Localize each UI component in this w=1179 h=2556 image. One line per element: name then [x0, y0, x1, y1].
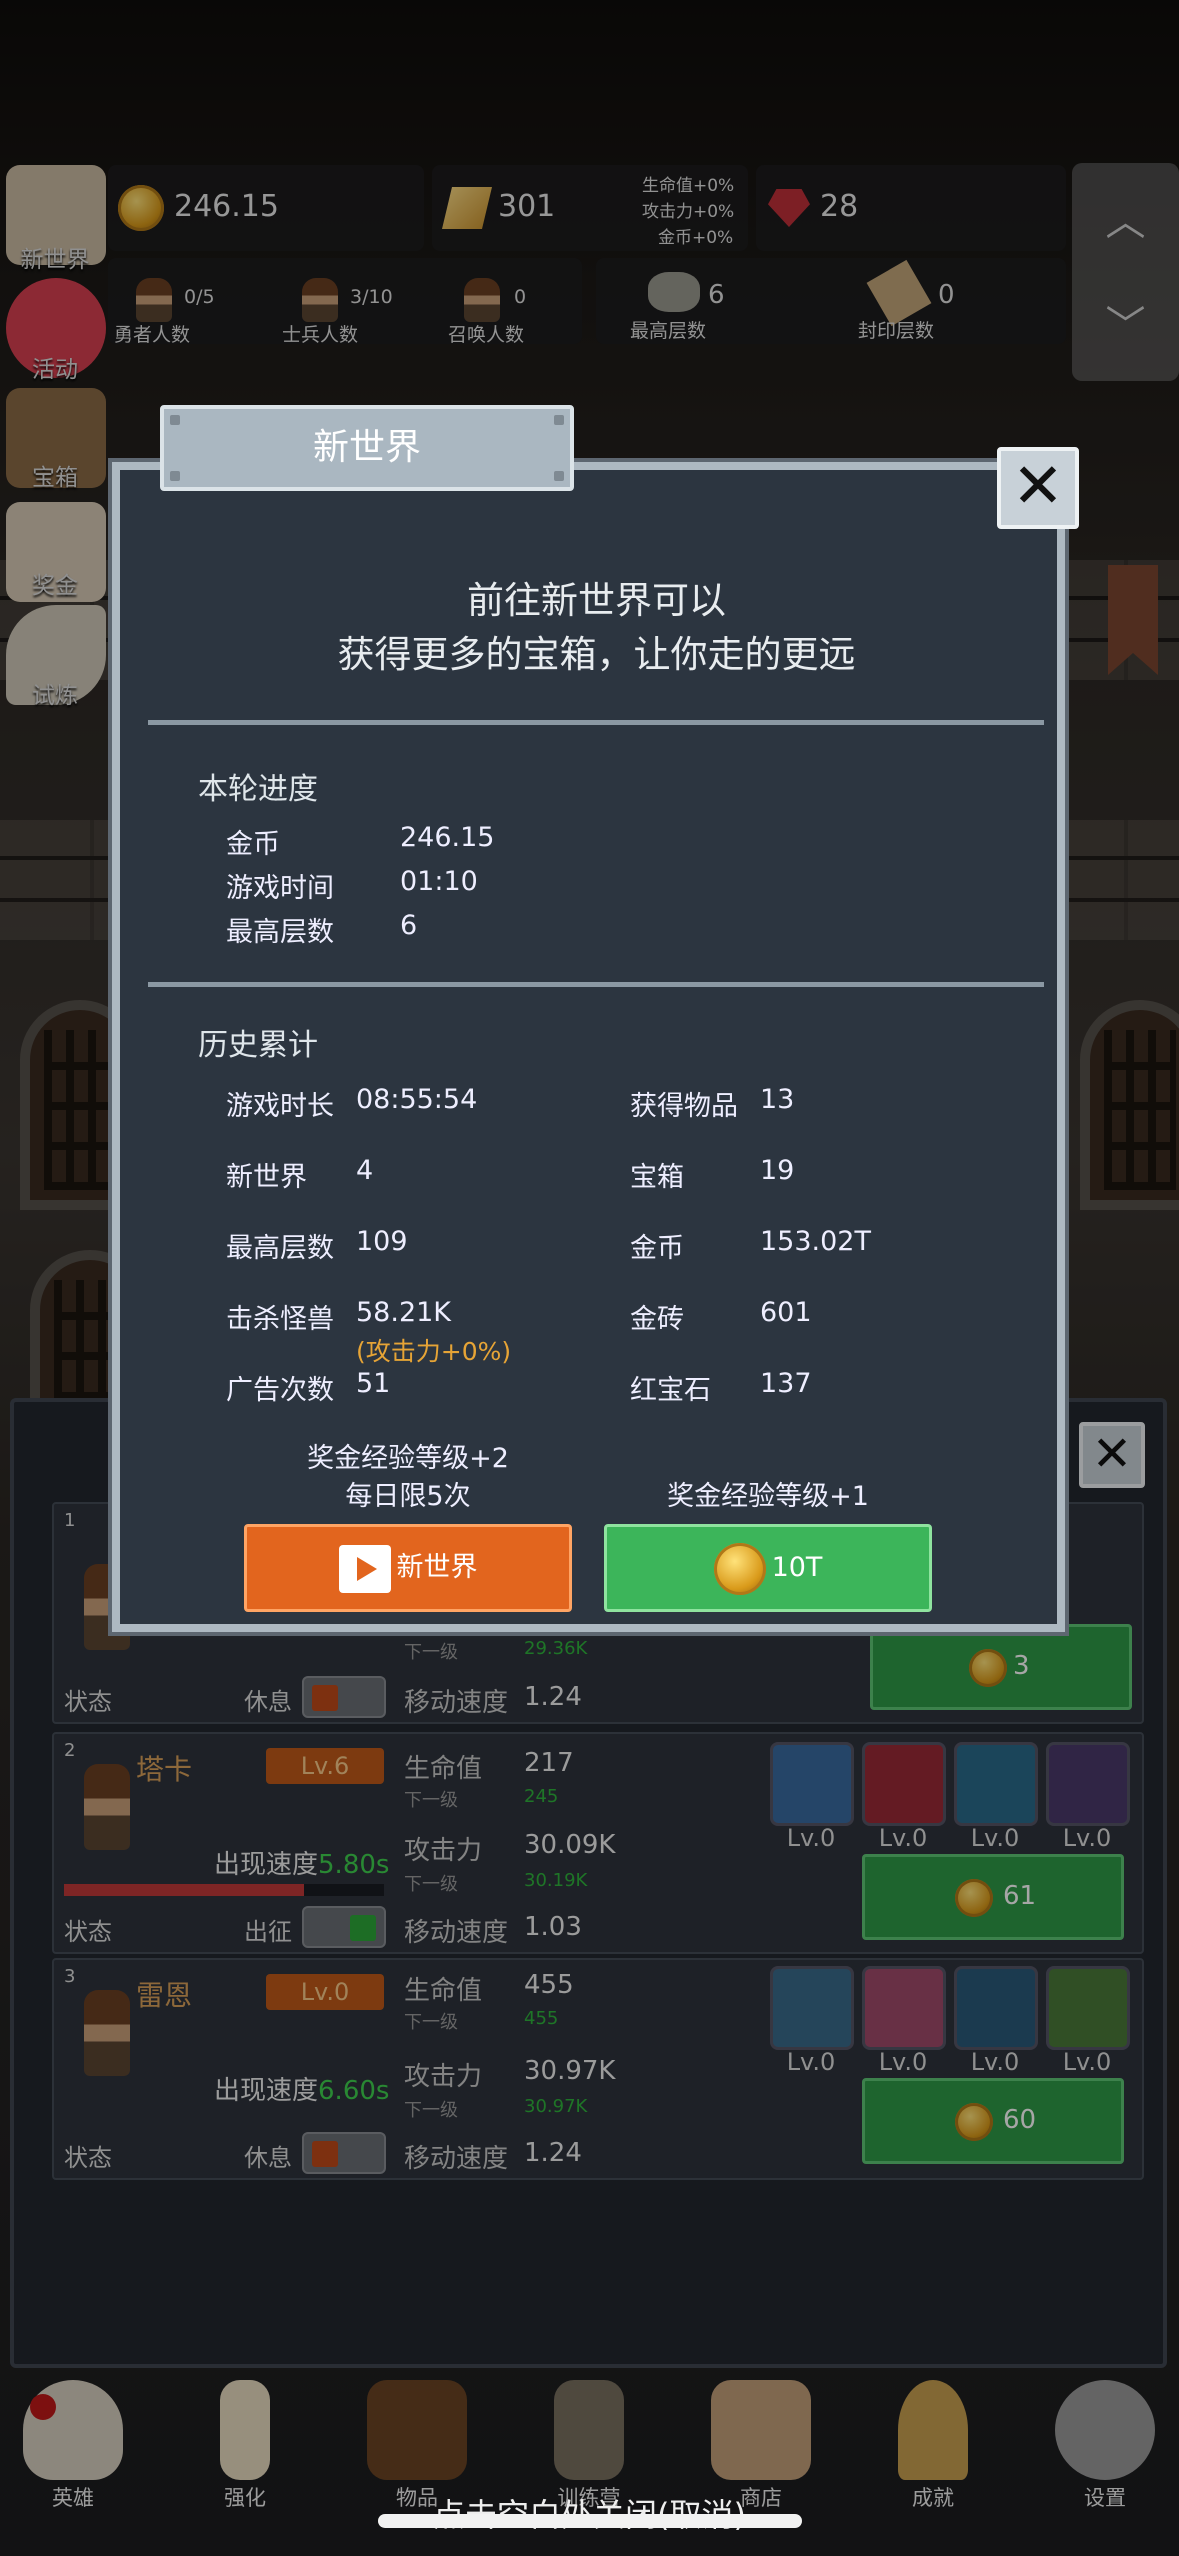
- history-goldbar-value: 601: [760, 1297, 812, 1328]
- history-floor-label: 最高层数: [226, 1233, 334, 1264]
- watch-ad-new-world-button[interactable]: 新世界: [244, 1524, 572, 1612]
- home-indicator[interactable]: [378, 2514, 802, 2528]
- video-play-icon: [338, 1544, 391, 1593]
- history-chests-label: 宝箱: [630, 1162, 684, 1193]
- round-gold-label: 金币: [226, 829, 280, 860]
- headline-line-2: 获得更多的宝箱，让你走的更远: [337, 633, 856, 676]
- history-playtime-value: 08:55:54: [356, 1084, 478, 1115]
- gold-reward-note: 奖金经验等级+1: [667, 1481, 869, 1512]
- round-gold-value: 246.15: [400, 822, 495, 853]
- history-items-label: 获得物品: [630, 1091, 738, 1122]
- history-newworld-value: 4: [356, 1155, 374, 1186]
- ad-daily-limit: 每日限5次: [345, 1481, 471, 1512]
- round-progress-title: 本轮进度: [198, 772, 318, 807]
- dialog-title: 新世界: [312, 427, 421, 468]
- history-ads-value: 51: [356, 1368, 391, 1399]
- dialog-title-tab: 新世界: [160, 405, 574, 491]
- ad-reward-note: 奖金经验等级+2: [307, 1443, 509, 1474]
- history-ruby-label: 红宝石: [630, 1375, 711, 1406]
- history-kills-label: 击杀怪兽: [226, 1304, 334, 1335]
- pay-gold-new-world-button[interactable]: 10T: [604, 1524, 932, 1612]
- round-time-label: 游戏时间: [226, 873, 334, 904]
- button-label: 新世界: [396, 1552, 478, 1583]
- button-label: 10T: [771, 1552, 823, 1583]
- history-gold-label: 金币: [630, 1233, 684, 1264]
- round-time-value: 01:10: [400, 866, 478, 897]
- headline-line-1: 前往新世界可以: [467, 579, 726, 622]
- history-items-value: 13: [760, 1084, 795, 1115]
- history-title: 历史累计: [198, 1028, 318, 1063]
- history-chests-value: 19: [760, 1155, 795, 1186]
- divider: [148, 982, 1044, 987]
- gold-coin-icon: [713, 1542, 766, 1595]
- kill-bonus: (攻击力+0%): [356, 1337, 512, 1366]
- history-kills-value: 58.21K: [356, 1297, 452, 1328]
- tap-to-close-hint: 点击空白处关闭(取消): [0, 2490, 1179, 2536]
- history-ruby-value: 137: [760, 1368, 812, 1399]
- divider: [148, 720, 1044, 725]
- history-goldbar-label: 金砖: [630, 1304, 684, 1335]
- round-floor-label: 最高层数: [226, 917, 334, 948]
- round-floor-value: 6: [400, 910, 418, 941]
- history-playtime-label: 游戏时长: [226, 1091, 334, 1122]
- history-ads-label: 广告次数: [226, 1375, 334, 1406]
- history-floor-value: 109: [356, 1226, 408, 1257]
- close-icon[interactable]: ✕: [997, 447, 1079, 529]
- history-newworld-label: 新世界: [226, 1162, 307, 1193]
- new-world-dialog: 前往新世界可以 获得更多的宝箱，让你走的更远 本轮进度 金币 246.15 游戏…: [112, 462, 1065, 1632]
- history-gold-value: 153.02T: [760, 1226, 871, 1257]
